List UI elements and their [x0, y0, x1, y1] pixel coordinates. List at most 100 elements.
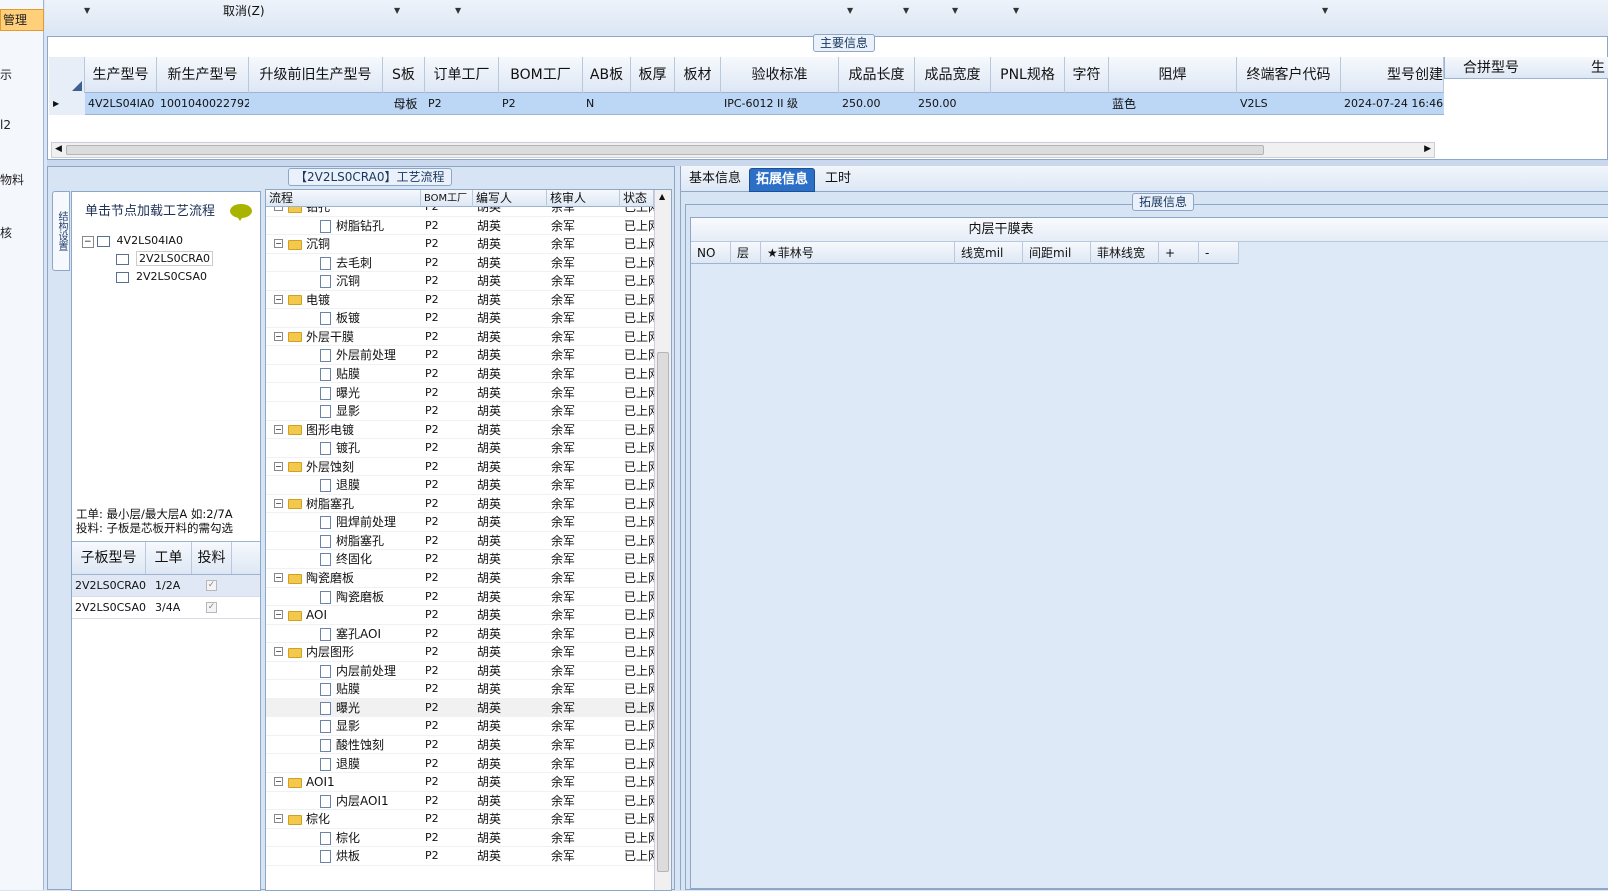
flow-name[interactable]: 内层图形 −	[274, 643, 418, 661]
cell-bom-factory[interactable]: P2	[499, 93, 583, 115]
flow-row[interactable]: 棕化− P2胡英余军已上网	[266, 810, 654, 829]
dropdown-arrow-icon[interactable]: ▼	[394, 6, 400, 15]
col-header[interactable]: 状态	[620, 190, 654, 207]
flow-checker[interactable]: 余军	[551, 588, 621, 606]
flow-status[interactable]: 已上网	[624, 550, 654, 568]
cell-order[interactable]: 3/4A	[152, 597, 192, 619]
flow-row[interactable]: 贴膜P2胡英余军已上网	[266, 680, 654, 699]
flow-name[interactable]: 外层蚀刻 −	[274, 458, 418, 476]
add-column-button[interactable]: +	[1159, 242, 1199, 264]
flow-bom[interactable]: P2	[425, 346, 473, 364]
flow-status[interactable]: 已上网	[624, 717, 654, 735]
flow-checker[interactable]: 余军	[551, 365, 621, 383]
flow-checker[interactable]: 余军	[551, 402, 621, 420]
collapse-icon[interactable]: −	[82, 236, 94, 248]
cell-model[interactable]: 2V2LS0CSA0	[72, 597, 146, 619]
flow-bom[interactable]: P2	[425, 207, 473, 216]
flow-bom[interactable]: P2	[425, 495, 473, 513]
flow-bom[interactable]: P2	[425, 847, 473, 865]
flow-writer[interactable]: 胡英	[477, 773, 547, 791]
flow-writer[interactable]: 胡英	[477, 439, 547, 457]
flow-bom[interactable]: P2	[425, 717, 473, 735]
flow-writer[interactable]: 胡英	[477, 421, 547, 439]
cell-s-board[interactable]: 母板	[383, 93, 425, 115]
flow-status[interactable]: 已上网	[624, 346, 654, 364]
flow-writer[interactable]: 胡英	[477, 717, 547, 735]
nav-item-1[interactable]: 示	[0, 66, 12, 83]
flow-row[interactable]: 曝光P2胡英余军已上网	[266, 698, 654, 718]
cell-thickness[interactable]	[631, 93, 675, 115]
flow-bom[interactable]: P2	[425, 643, 473, 661]
flow-bom[interactable]: P2	[425, 810, 473, 828]
flow-writer[interactable]: 胡英	[477, 847, 547, 865]
flow-bom[interactable]: P2	[425, 606, 473, 624]
collapse-icon[interactable]: −	[274, 814, 283, 824]
scroll-right-icon[interactable]: ▶	[1424, 144, 1431, 154]
flow-status[interactable]: 已上网	[624, 773, 654, 791]
collapse-icon[interactable]: −	[274, 294, 283, 304]
col-header[interactable]: 层	[731, 242, 761, 264]
flow-status[interactable]: 已上网	[624, 272, 654, 290]
flow-row[interactable]: 树脂塞孔P2胡英余军已上网	[266, 532, 654, 551]
flow-row[interactable]: 外层干膜− P2胡英余军已上网	[266, 328, 654, 347]
flow-row[interactable]: 板镀P2胡英余军已上网	[266, 309, 654, 328]
flow-row[interactable]: 沉铜− P2胡英余军已上网	[266, 235, 654, 254]
cell-order[interactable]: 1/2A	[152, 575, 192, 597]
flow-checker[interactable]: 余军	[551, 792, 621, 810]
cell-standard[interactable]: IPC-6012 II 级	[721, 93, 839, 115]
flow-name[interactable]: AOI −	[274, 606, 418, 624]
flow-checker[interactable]: 余军	[551, 384, 621, 402]
flow-row[interactable]: 钻孔− P2 胡英余军已上网	[266, 207, 654, 217]
col-header[interactable]: BOM工厂	[421, 190, 473, 207]
flow-bom[interactable]: P2	[425, 291, 473, 309]
flow-row[interactable]: 退膜P2胡英余军已上网	[266, 476, 654, 495]
col-header[interactable]: 型号创建	[1341, 57, 1444, 93]
dropdown-arrow-icon[interactable]: ▼	[1013, 6, 1019, 15]
flow-checker[interactable]: 余军	[551, 235, 621, 253]
col-header[interactable]: 验收标准	[721, 57, 839, 93]
vertical-scrollbar[interactable]: ▲	[654, 190, 671, 890]
cell-created[interactable]: 2024-07-24 16:46:2	[1341, 93, 1444, 115]
flow-row[interactable]: 内层AOI1P2胡英余军已上网	[266, 792, 654, 811]
flow-name[interactable]: 电镀 −	[274, 291, 418, 309]
col-header[interactable]: 间距mil	[1023, 242, 1091, 264]
flow-writer[interactable]: 胡英	[477, 384, 547, 402]
flow-writer[interactable]: 胡英	[477, 643, 547, 661]
cell-model[interactable]: 4V2LS04IA0	[85, 93, 157, 115]
flow-checker[interactable]: 余军	[551, 346, 621, 364]
flow-row[interactable]: 棕化P2胡英余军已上网	[266, 829, 654, 848]
collapse-icon[interactable]: −	[274, 207, 283, 211]
flow-writer[interactable]: 胡英	[477, 625, 547, 643]
dropdown-arrow-icon[interactable]: ▼	[847, 6, 853, 15]
flow-writer[interactable]: 胡英	[477, 829, 547, 847]
flow-status[interactable]: 已上网	[624, 847, 654, 865]
flow-row[interactable]: 树脂钻孔P2胡英余军已上网	[266, 217, 654, 236]
flow-row[interactable]: 显影P2胡英余军已上网	[266, 717, 654, 736]
flow-status[interactable]: 已上网	[624, 625, 654, 643]
flow-writer[interactable]: 胡英	[477, 328, 547, 346]
cancel-button[interactable]: 取消(Z)	[223, 2, 265, 19]
col-header[interactable]: 菲林线宽	[1091, 242, 1159, 264]
flow-writer[interactable]: 胡英	[477, 272, 547, 290]
collapse-icon[interactable]: −	[274, 424, 283, 434]
flow-checker[interactable]: 余军	[551, 662, 621, 680]
flow-checker[interactable]: 余军	[551, 532, 621, 550]
col-header[interactable]: S板	[383, 57, 425, 93]
flow-status[interactable]: 已上网	[624, 365, 654, 383]
flow-writer[interactable]: 胡英	[477, 736, 547, 754]
checkbox[interactable]: ✓	[206, 602, 217, 613]
flow-bom[interactable]: P2	[425, 439, 473, 457]
flow-row[interactable]: 烘板P2胡英余军已上网	[266, 847, 654, 866]
flow-checker[interactable]: 余军	[551, 495, 621, 513]
flow-checker[interactable]: 余军	[551, 254, 621, 272]
flow-row[interactable]: AOI− P2胡英余军已上网	[266, 606, 654, 625]
flow-bom[interactable]: P2	[425, 736, 473, 754]
collapse-icon[interactable]: −	[274, 777, 283, 787]
nav-item-4[interactable]: 核	[0, 224, 12, 241]
flow-bom[interactable]: P2	[425, 550, 473, 568]
dropdown-arrow-icon[interactable]: ▼	[1322, 6, 1328, 15]
collapse-icon[interactable]: −	[274, 610, 283, 620]
flow-status[interactable]: 已上网	[624, 829, 654, 847]
flow-checker[interactable]: 余军	[551, 458, 621, 476]
scroll-thumb[interactable]	[66, 145, 1264, 155]
